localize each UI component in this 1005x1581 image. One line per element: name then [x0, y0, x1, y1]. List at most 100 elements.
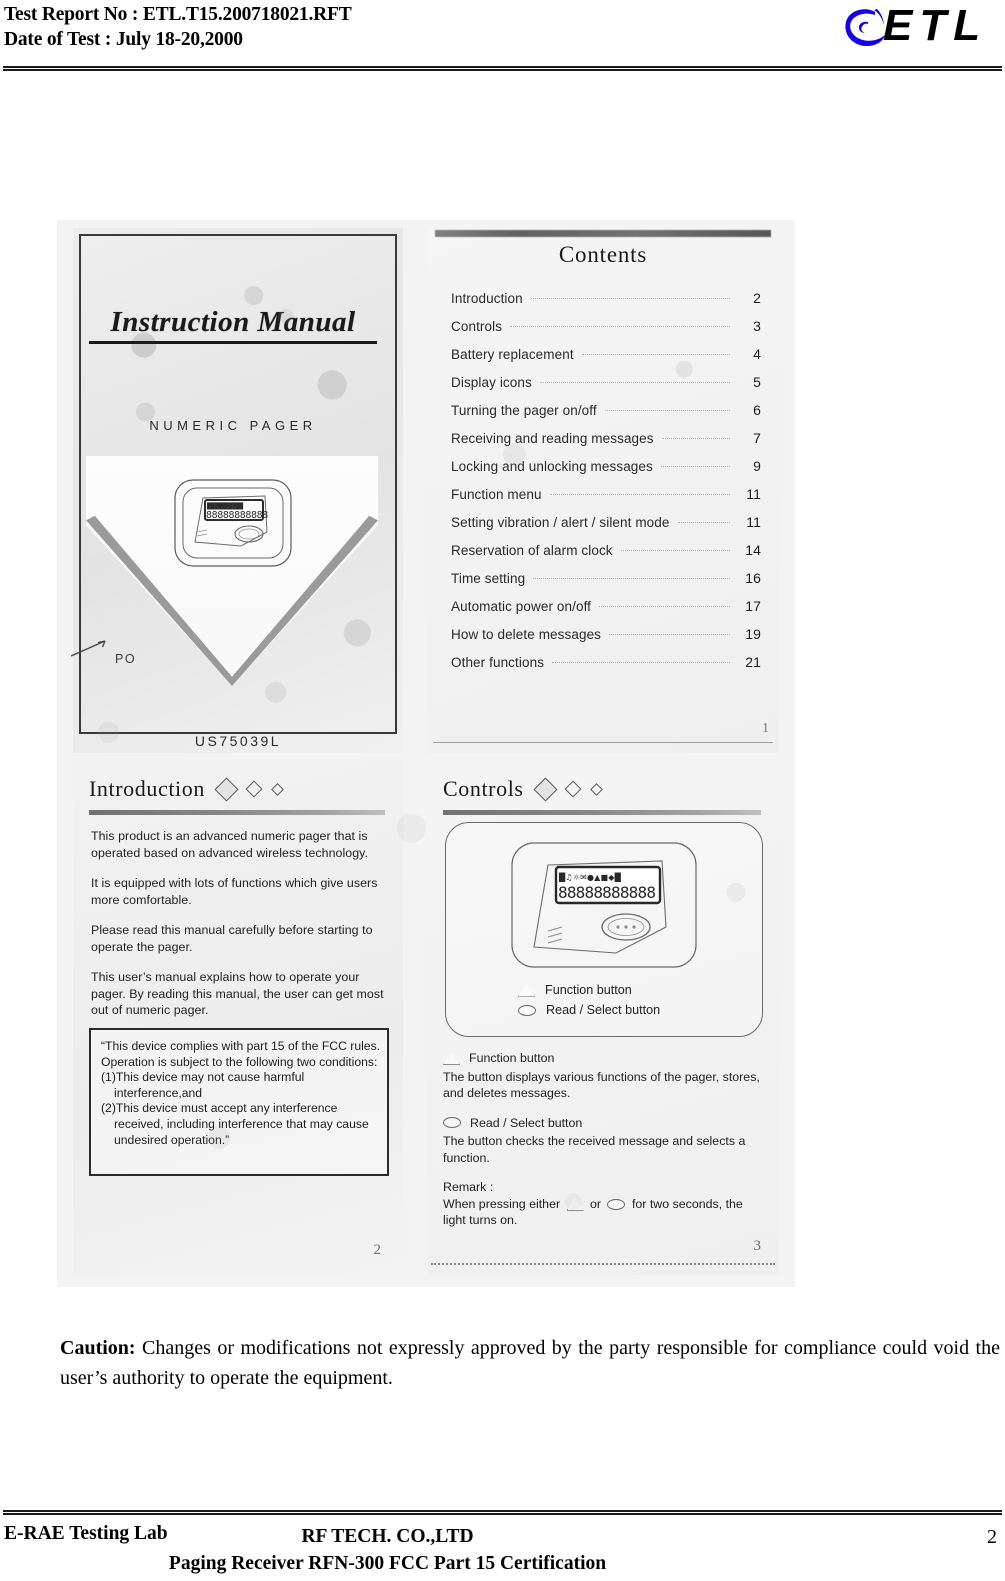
- toc-label: Introduction: [451, 291, 523, 306]
- toc-leader-dots: [609, 634, 730, 635]
- remark-text-before: When pressing either: [443, 1196, 561, 1211]
- controls-legend: Function button Read / Select button: [518, 980, 660, 1020]
- introduction-rule: [89, 810, 385, 815]
- cover-title: Instruction Manual: [89, 306, 377, 344]
- report-header-text: Test Report No : ETL.T15.200718021.RFT D…: [4, 2, 352, 52]
- introduction-paragraph: This user’s manual explains how to opera…: [91, 970, 384, 1017]
- control-description-heading: Read / Select button: [443, 1115, 763, 1132]
- table-of-contents: Introduction 2 Controls 3 Battery replac…: [451, 290, 761, 682]
- toc-page-number: 9: [753, 458, 761, 474]
- diamond-medium-icon: [245, 780, 263, 798]
- list-item: Reservation of alarm clock 14: [451, 542, 761, 570]
- toc-leader-dots: [510, 326, 730, 327]
- diamond-medium-icon: [564, 780, 582, 798]
- legend-item-function-button: Function button: [518, 980, 660, 1000]
- toc-leader-dots: [552, 662, 730, 663]
- caution-paragraph: Caution: Changes or modifications not ex…: [60, 1333, 1000, 1393]
- introduction-title: Introduction: [89, 776, 205, 801]
- page-footer: E-RAE Testing Lab RF TECH. CO.,LTD Pagin…: [0, 1520, 1005, 1580]
- controls-bottom-dotted-rule: [431, 1263, 775, 1265]
- list-item: Function menu 11: [451, 486, 761, 514]
- control-description-text: The button displays various functions of…: [443, 1069, 760, 1101]
- list-item: Introduction 2: [451, 290, 761, 318]
- introduction-body: This product is an advanced numeric page…: [91, 828, 387, 1033]
- footer-company-name: RF TECH. CO.,LTD: [301, 1526, 474, 1547]
- toc-leader-dots: [581, 354, 730, 355]
- controls-pager-panel: █♫☼✉●▲■◆█ 88888888888 Function button Re…: [445, 822, 763, 1037]
- toc-label: Turning the pager on/off: [451, 403, 597, 418]
- toc-label: Setting vibration / alert / silent mode: [451, 515, 670, 530]
- cover-pager-illustration: ██████████ 88888888888: [174, 479, 292, 567]
- toc-label: Display icons: [451, 375, 532, 390]
- controls-remark: Remark : When pressing either or for two…: [443, 1179, 763, 1229]
- toc-page-number: 19: [745, 626, 761, 642]
- fcc-line-2: (1)This device may not cause harmful: [101, 1070, 305, 1085]
- toc-leader-dots: [533, 578, 730, 579]
- list-item: Controls 3: [451, 318, 761, 346]
- toc-label: Function menu: [451, 487, 542, 502]
- toc-leader-dots: [604, 410, 730, 411]
- toc-label: Controls: [451, 319, 503, 334]
- toc-page-number: 3: [753, 318, 761, 334]
- fcc-line-2-indent: interference,and: [114, 1085, 203, 1100]
- diamond-small-icon: [589, 782, 603, 796]
- introduction-paragraph: This product is an advanced numeric page…: [91, 829, 368, 860]
- toc-label: Battery replacement: [451, 347, 574, 362]
- contents-page-number: 1: [762, 721, 769, 736]
- toc-page-number: 17: [745, 598, 761, 614]
- manual-contents-page: Contents Introduction 2 Controls 3 Batte…: [427, 228, 779, 753]
- header-divider: [3, 66, 1002, 71]
- list-item: Setting vibration / alert / silent mode …: [451, 514, 761, 542]
- toc-page-number: 14: [745, 542, 761, 558]
- contents-title: Contents: [558, 242, 648, 267]
- toc-label: Locking and unlocking messages: [451, 459, 653, 474]
- footer-divider: [3, 1510, 1002, 1515]
- introduction-heading: Introduction: [89, 776, 284, 802]
- legend-item-read-select-button: Read / Select button: [518, 1000, 660, 1020]
- caution-label: Caution:: [60, 1337, 136, 1359]
- controls-pager-illustration: █♫☼✉●▲■◆█ 88888888888: [511, 842, 697, 968]
- list-item: Automatic power on/off 17: [451, 598, 761, 626]
- introduction-paragraph: It is equipped with lots of functions wh…: [91, 876, 378, 907]
- toc-label: How to delete messages: [451, 627, 602, 642]
- svg-text:██████████: ██████████: [206, 502, 244, 510]
- legend-label: Read / Select button: [546, 1003, 661, 1017]
- etl-swirl-icon: [845, 9, 885, 47]
- fcc-compliance-box: “This device complies with part 15 of th…: [89, 1028, 389, 1176]
- contents-bottom-rule: [433, 742, 773, 743]
- list-item: How to delete messages 19: [451, 626, 761, 654]
- footer-subject: Paging Receiver RFN-300 FCC Part 15 Cert…: [168, 1553, 607, 1574]
- etl-logo: ETL: [841, 1, 1001, 57]
- list-item: Time setting 16: [451, 570, 761, 598]
- etl-wordmark: ETL: [883, 1, 988, 50]
- oval-button-icon: [518, 1004, 536, 1016]
- test-date-line: Date of Test : July 18-20,2000: [4, 29, 243, 50]
- toc-leader-dots: [620, 550, 730, 551]
- toc-page-number: 11: [746, 514, 761, 530]
- remark-text: When pressing either or for two seconds,…: [443, 1196, 763, 1229]
- controls-descriptions: Function button The button displays vari…: [443, 1050, 763, 1242]
- control-description-heading: Function button: [443, 1050, 763, 1067]
- fcc-compliance-text: “This device complies with part 15 of th…: [101, 1039, 381, 1148]
- diamond-large-icon: [533, 776, 558, 802]
- toc-page-number: 6: [753, 402, 761, 418]
- toc-leader-dots: [530, 298, 730, 299]
- manual-cover-page: Instruction Manual NUMERIC PAGER ███████…: [71, 228, 403, 753]
- controls-rule: [443, 810, 761, 815]
- fcc-line-1: “This device complies with part 15 of th…: [101, 1039, 381, 1069]
- toc-page-number: 21: [745, 654, 761, 670]
- control-description-function-button: Function button The button displays vari…: [443, 1050, 763, 1102]
- toc-label: Automatic power on/off: [451, 599, 592, 614]
- toc-page-number: 11: [746, 486, 761, 502]
- svg-text:88888888888: 88888888888: [558, 883, 655, 902]
- oval-button-icon: [607, 1198, 626, 1210]
- report-number-line: Test Report No : ETL.T15.200718021.RFT: [4, 4, 352, 25]
- oval-button-icon: [443, 1117, 461, 1129]
- toc-leader-dots: [599, 606, 730, 607]
- remark-heading: Remark :: [443, 1180, 494, 1194]
- fcc-line-3-indent: received, including interference that ma…: [114, 1116, 369, 1147]
- toc-page-number: 5: [753, 374, 761, 390]
- manual-introduction-page: Introduction This product is an advanced…: [73, 760, 403, 1275]
- list-item: Turning the pager on/off 6: [451, 402, 761, 430]
- toc-leader-dots: [549, 494, 730, 495]
